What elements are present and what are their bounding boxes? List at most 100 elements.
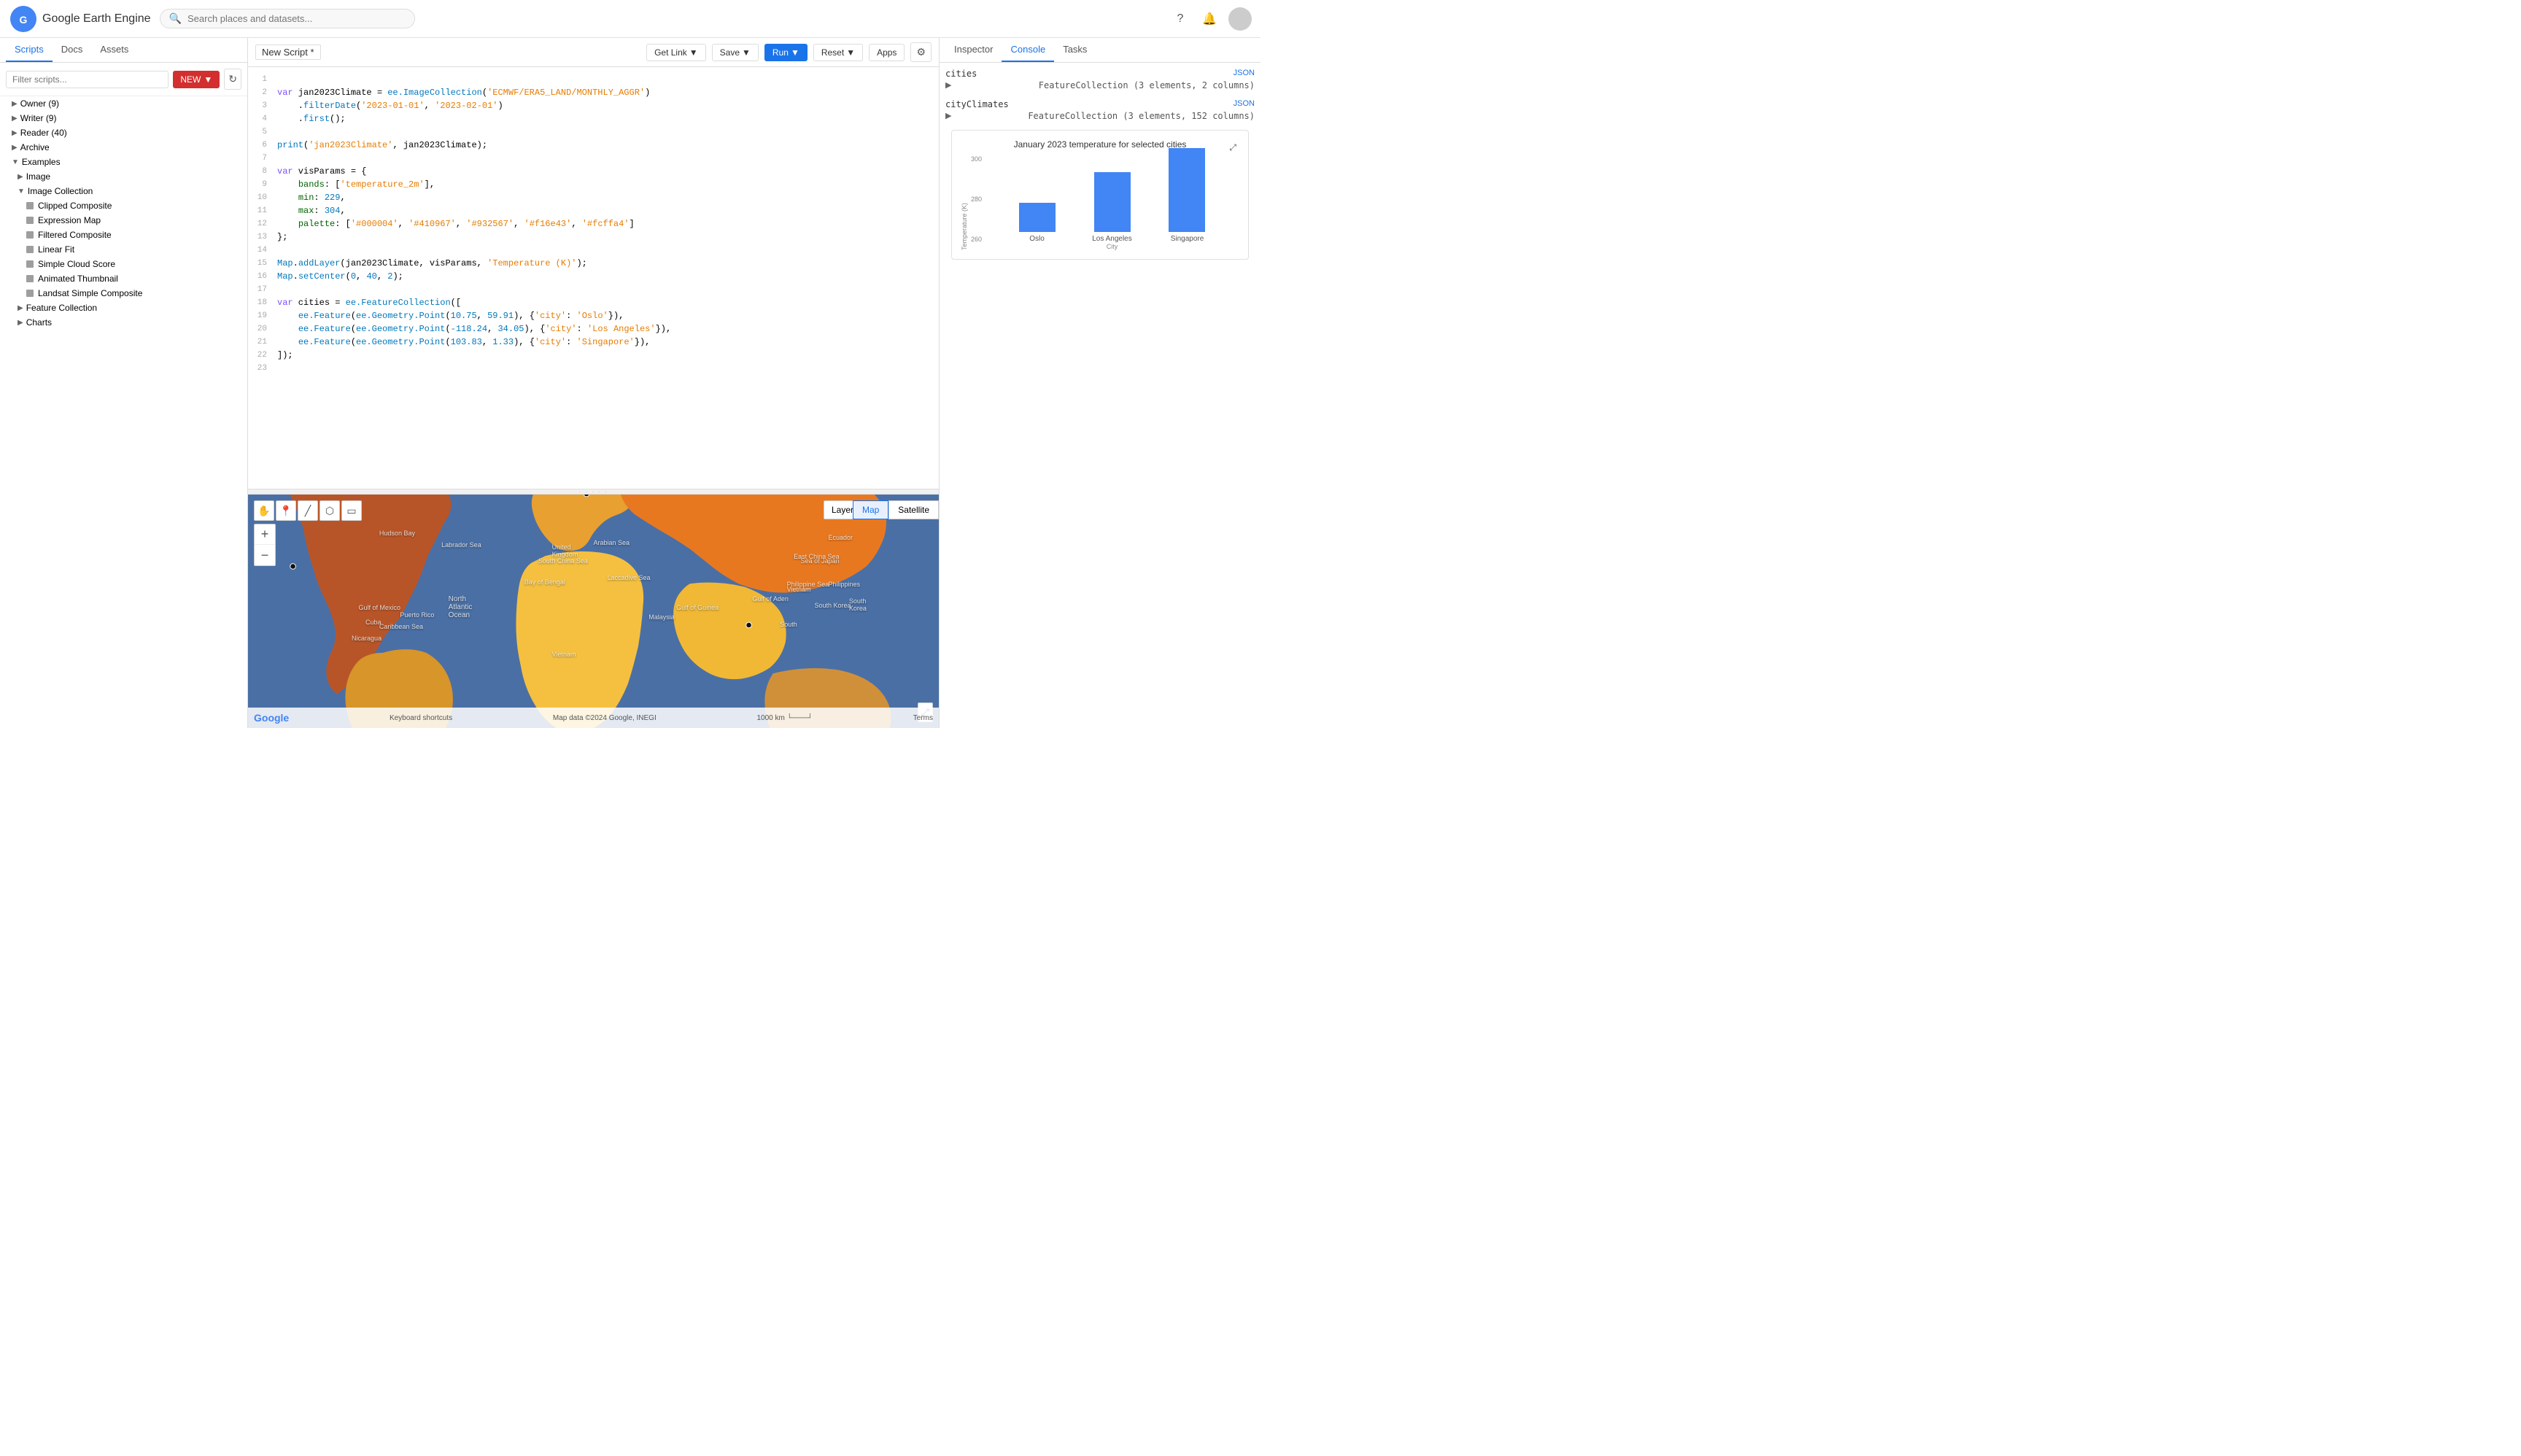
- arrow-icon: ▼: [12, 158, 19, 166]
- file-icon: [26, 202, 34, 209]
- code-line: 12 palette: ['#000004', '#410967', '#932…: [248, 217, 939, 231]
- tab-console[interactable]: Console: [1002, 38, 1054, 62]
- tree-label: Image: [26, 171, 50, 182]
- tree-item-feature-collection[interactable]: ▶ Feature Collection: [0, 301, 247, 315]
- search-icon: 🔍: [169, 12, 182, 25]
- map-bottom-bar: Google Keyboard shortcuts Map data ©2024…: [248, 708, 939, 728]
- left-panel: Scripts Docs Assets NEW ▼ ↻ ▶ Owner (9) …: [0, 38, 248, 728]
- zoom-in-button[interactable]: +: [255, 524, 275, 545]
- reset-button[interactable]: Reset ▼: [813, 44, 863, 61]
- console-entry-cities: cities JSON ▶ FeatureCollection (3 eleme…: [945, 69, 1255, 90]
- new-script-button[interactable]: NEW ▼: [173, 71, 220, 88]
- center-panel: New Script * Get Link ▼ Save ▼ Run ▼ Res…: [248, 38, 940, 728]
- tab-inspector[interactable]: Inspector: [945, 38, 1002, 62]
- search-bar[interactable]: 🔍: [160, 9, 415, 28]
- right-tabs: Inspector Console Tasks: [940, 38, 1260, 63]
- svg-text:G: G: [20, 14, 28, 26]
- pan-tool-button[interactable]: ✋: [254, 500, 274, 521]
- settings-button[interactable]: ⚙: [910, 42, 932, 62]
- code-line: 19 ee.Feature(ee.Geometry.Point(10.75, 5…: [248, 309, 939, 322]
- run-button[interactable]: Run ▼: [764, 44, 808, 61]
- code-line: 5: [248, 125, 939, 139]
- console-value-row: ▶ FeatureCollection (3 elements, 2 colum…: [945, 80, 1255, 90]
- tree-item-linear-fit[interactable]: Linear Fit: [0, 242, 247, 257]
- code-line: 7: [248, 152, 939, 165]
- tab-tasks[interactable]: Tasks: [1054, 38, 1096, 62]
- right-panel: Inspector Console Tasks cities JSON ▶ Fe…: [940, 38, 1260, 728]
- file-icon: [26, 217, 34, 224]
- code-line: 18 var cities = ee.FeatureCollection([: [248, 296, 939, 309]
- satellite-view-button[interactable]: Satellite: [888, 500, 939, 519]
- map-view-button[interactable]: Map: [853, 500, 888, 519]
- polyline-tool-button[interactable]: ╱: [298, 500, 318, 521]
- refresh-button[interactable]: ↻: [224, 69, 241, 90]
- terms-link[interactable]: Terms: [913, 714, 933, 722]
- console-entry-city-climates: cityClimates JSON ▶ FeatureCollection (3…: [945, 99, 1255, 121]
- json-badge[interactable]: JSON: [1234, 69, 1255, 77]
- zoom-out-button[interactable]: −: [255, 545, 275, 565]
- map-tools: ✋ 📍 ╱ ⬡ ▭: [254, 500, 362, 521]
- tree-item-reader[interactable]: ▶ Reader (40): [0, 125, 247, 140]
- scripts-toolbar: NEW ▼ ↻: [0, 63, 247, 96]
- editor-tab[interactable]: New Script *: [255, 44, 321, 60]
- file-icon: [26, 260, 34, 268]
- code-line: 11 max: 304,: [248, 204, 939, 217]
- panel-divider[interactable]: · · · · ·: [248, 489, 939, 495]
- code-line: 20 ee.Feature(ee.Geometry.Point(-118.24,…: [248, 322, 939, 336]
- rectangle-tool-button[interactable]: ▭: [341, 500, 362, 521]
- user-avatar[interactable]: [1228, 7, 1252, 31]
- editor-toolbar: New Script * Get Link ▼ Save ▼ Run ▼ Res…: [248, 38, 939, 67]
- filter-scripts-input[interactable]: [6, 71, 169, 88]
- tree-item-filtered-composite[interactable]: Filtered Composite: [0, 228, 247, 242]
- chart-expand-button[interactable]: ⤢: [1229, 142, 1236, 153]
- notification-button[interactable]: 🔔: [1199, 9, 1220, 29]
- code-line: 10 min: 229,: [248, 191, 939, 204]
- tab-scripts[interactable]: Scripts: [6, 38, 53, 62]
- save-label: Save: [720, 47, 740, 58]
- bar-group-singapore: Singapore: [1150, 148, 1225, 243]
- tree-item-expression-map[interactable]: Expression Map: [0, 213, 247, 228]
- tree-item-clipped-composite[interactable]: Clipped Composite: [0, 198, 247, 213]
- help-button[interactable]: ?: [1170, 9, 1190, 29]
- expand-icon[interactable]: ▶: [945, 111, 951, 120]
- code-line: 2 var jan2023Climate = ee.ImageCollectio…: [248, 86, 939, 99]
- apps-button[interactable]: Apps: [869, 44, 905, 61]
- bar-singapore: [1169, 148, 1205, 232]
- code-editor[interactable]: 1 2 var jan2023Climate = ee.ImageCollect…: [248, 67, 939, 489]
- map-container[interactable]: Hudson Bay Labrador Sea NorthAtlanticOce…: [248, 495, 939, 728]
- chart-bars-area: Oslo Los Angeles Singapore: [985, 155, 1239, 250]
- tree-item-landsat-simple-composite[interactable]: Landsat Simple Composite: [0, 286, 247, 301]
- tree-label: Charts: [26, 317, 52, 328]
- chart-y-ticks: 300 280 260: [971, 155, 985, 250]
- tree-item-image-collection[interactable]: ▼ Image Collection: [0, 184, 247, 198]
- arrow-icon: ▶: [18, 319, 23, 327]
- file-icon: [26, 231, 34, 239]
- tree-item-owner[interactable]: ▶ Owner (9): [0, 96, 247, 111]
- dropdown-arrow-icon: ▼: [791, 47, 799, 58]
- get-link-button[interactable]: Get Link ▼: [646, 44, 706, 61]
- tree-item-archive[interactable]: ▶ Archive: [0, 140, 247, 155]
- tree-item-writer[interactable]: ▶ Writer (9): [0, 111, 247, 125]
- tree-item-examples[interactable]: ▼ Examples: [0, 155, 247, 169]
- code-line: 15 Map.addLayer(jan2023Climate, visParam…: [248, 257, 939, 270]
- code-line: 1: [248, 73, 939, 86]
- tree-label: Writer (9): [20, 113, 57, 123]
- json-badge[interactable]: JSON: [1234, 99, 1255, 108]
- tree-item-simple-cloud-score[interactable]: Simple Cloud Score: [0, 257, 247, 271]
- tree-item-animated-thumbnail[interactable]: Animated Thumbnail: [0, 271, 247, 286]
- y-tick: 300: [971, 155, 982, 163]
- code-line: 4 .first();: [248, 112, 939, 125]
- tab-assets[interactable]: Assets: [91, 38, 137, 62]
- tree-item-image[interactable]: ▶ Image: [0, 169, 247, 184]
- tab-docs[interactable]: Docs: [53, 38, 92, 62]
- tree-item-charts[interactable]: ▶ Charts: [0, 315, 247, 330]
- marker-tool-button[interactable]: 📍: [276, 500, 296, 521]
- console-value-row: ▶ FeatureCollection (3 elements, 152 col…: [945, 111, 1255, 121]
- expand-icon[interactable]: ▶: [945, 80, 951, 90]
- polygon-tool-button[interactable]: ⬡: [320, 500, 340, 521]
- tree-label: Examples: [22, 157, 61, 167]
- keyboard-shortcuts[interactable]: Keyboard shortcuts: [390, 714, 452, 722]
- save-button[interactable]: Save ▼: [712, 44, 759, 61]
- search-input[interactable]: [187, 13, 406, 24]
- bar-group-la: Los Angeles: [1074, 172, 1150, 243]
